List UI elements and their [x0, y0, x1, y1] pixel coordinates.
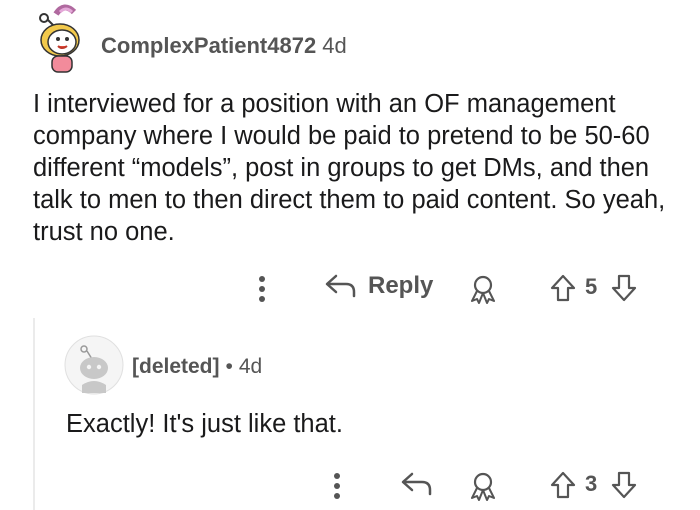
vote-score: 5	[585, 274, 597, 300]
reply-upvote-button[interactable]	[549, 470, 577, 500]
user-avatar[interactable]	[34, 4, 86, 74]
reply-username: [deleted]	[132, 355, 220, 378]
reply-arrow-icon	[325, 274, 356, 298]
reply-action-bar: 3	[0, 465, 700, 505]
upvote-arrow-icon	[550, 471, 576, 499]
reply-arrow-icon	[401, 472, 432, 496]
downvote-arrow-icon	[611, 471, 637, 499]
comment-action-bar: Reply 5	[0, 268, 700, 308]
reply-label: Reply	[368, 272, 434, 299]
username[interactable]: ComplexPatient4872	[101, 33, 316, 58]
reply-award-button[interactable]	[466, 471, 500, 501]
snoovatar-icon	[39, 4, 80, 73]
reply-button[interactable]: Reply	[324, 272, 433, 300]
vote-count: 5	[585, 274, 598, 299]
reply-reply-button[interactable]	[400, 470, 434, 498]
comment-header: ComplexPatient4872 4d	[101, 31, 347, 61]
reply-vote-score: 3	[585, 471, 597, 497]
reply-age: 4d	[238, 355, 263, 378]
downvote-arrow-icon	[611, 274, 637, 302]
reply-header: [deleted] • 4d	[132, 352, 262, 382]
award-icon	[471, 275, 495, 304]
default-snoo-icon	[64, 335, 124, 395]
award-button[interactable]	[466, 274, 500, 304]
reply-body: Exactly! It's just like that.	[66, 410, 343, 438]
upvote-arrow-icon	[550, 274, 576, 302]
comment-body: I interviewed for a position with an OF …	[33, 90, 666, 246]
more-vertical-icon	[334, 473, 340, 499]
upvote-button[interactable]	[549, 273, 577, 303]
more-vertical-icon	[259, 276, 265, 302]
deleted-user-avatar	[64, 335, 124, 395]
more-options-button[interactable]	[255, 274, 269, 304]
downvote-button[interactable]	[610, 273, 638, 303]
separator-dot: •	[225, 355, 233, 378]
reply-more-options-button[interactable]	[330, 471, 344, 501]
vote-count: 3	[585, 471, 598, 496]
reply-downvote-button[interactable]	[610, 470, 638, 500]
comment-age: 4d	[322, 33, 347, 58]
award-icon	[471, 472, 495, 501]
